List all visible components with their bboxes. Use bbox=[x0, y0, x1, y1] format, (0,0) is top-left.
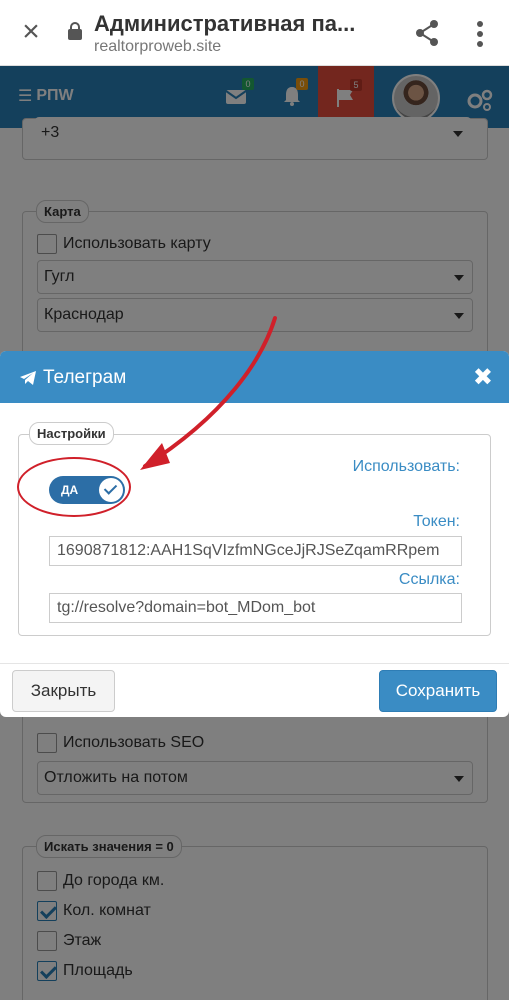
save-button[interactable]: Сохранить bbox=[379, 670, 497, 712]
annotation-circle bbox=[17, 457, 131, 517]
share-icon[interactable] bbox=[412, 18, 442, 48]
modal-title: Телеграм bbox=[19, 367, 126, 389]
close-tab-icon[interactable]: × bbox=[17, 17, 45, 47]
use-label: Использовать: bbox=[352, 458, 460, 475]
modal-footer-divider bbox=[0, 663, 509, 664]
telegram-modal: Телеграм ✖ Настройки Использовать: ДА То… bbox=[0, 351, 509, 717]
close-icon[interactable]: ✖ bbox=[473, 363, 493, 392]
page-title: Административная па... bbox=[94, 11, 356, 36]
close-button[interactable]: Закрыть bbox=[12, 670, 115, 712]
link-input[interactable]: tg://resolve?domain=bot_MDom_bot bbox=[49, 593, 462, 623]
browser-toolbar: × Административная па... realtorproweb.s… bbox=[0, 0, 509, 66]
token-label: Токен: bbox=[413, 513, 460, 530]
url-host: realtorproweb.site bbox=[94, 38, 222, 55]
modal-title-text: Телеграм bbox=[43, 367, 127, 388]
settings-legend: Настройки bbox=[29, 422, 114, 445]
modal-header: Телеграм ✖ bbox=[0, 351, 509, 403]
token-input[interactable]: 1690871812:AAH1SqVIzfmNGceJjRJSeZqamRRpe… bbox=[49, 536, 462, 566]
lock-icon bbox=[68, 22, 82, 40]
link-label: Ссылка: bbox=[398, 571, 460, 588]
telegram-icon bbox=[20, 371, 36, 385]
more-vert-icon[interactable] bbox=[470, 20, 490, 48]
